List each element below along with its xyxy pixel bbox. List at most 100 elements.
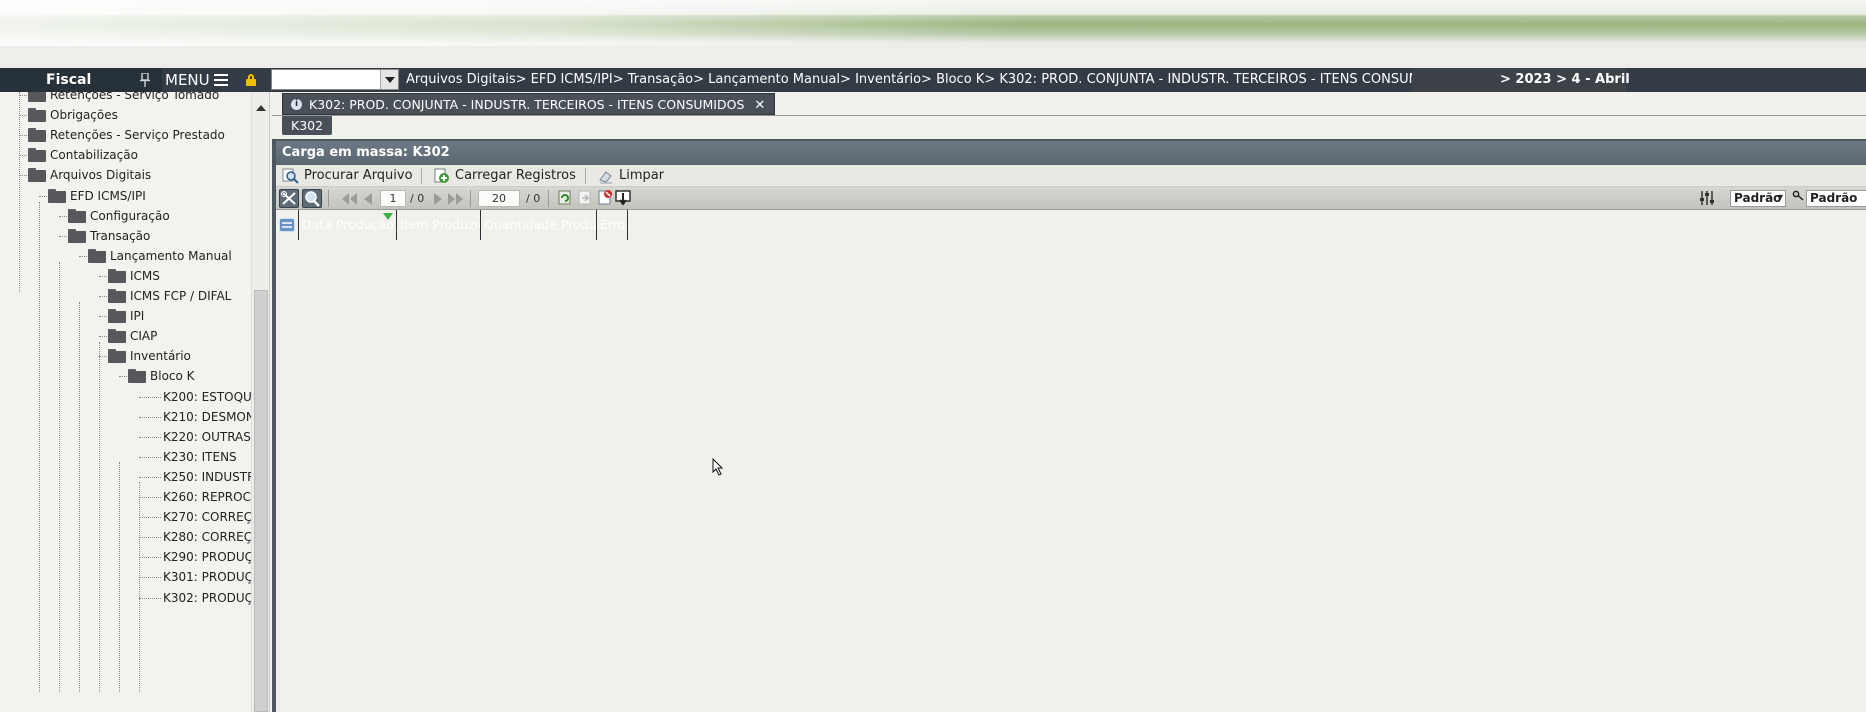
sidebar-item[interactable]: K301: PRODUÇÃO <box>0 567 269 587</box>
folder-open-icon <box>108 349 126 363</box>
pin-icon[interactable] <box>139 73 151 87</box>
column-erro[interactable]: Erro <box>597 210 628 240</box>
sidebar-item[interactable]: K210: DESMONTAGEM <box>0 407 269 427</box>
magnifier-file-icon <box>282 168 299 184</box>
main-area: i K302: PROD. CONJUNTA - INDUSTR. TERCEI… <box>272 92 1866 712</box>
folder-icon <box>108 269 126 283</box>
folder-icon <box>108 329 126 343</box>
lock-icon[interactable] <box>246 74 256 86</box>
sidebar-item[interactable]: K200: ESTOQUE <box>0 387 259 407</box>
sidebar-item-label: K230: ITENS <box>163 450 237 464</box>
action-toolbar: Procurar Arquivo Carregar Registros Limp <box>276 165 1866 187</box>
filter-layout-select[interactable]: Padrão <box>1806 190 1866 207</box>
sidebar-item[interactable]: Arquivos Digitais <box>0 165 250 185</box>
column-quantidade-produzida[interactable]: Quantidade Produzida <box>481 210 597 240</box>
sidebar-item-label: Bloco K <box>150 369 195 383</box>
chevron-down-icon: ▾ <box>1777 192 1783 203</box>
first-page-icon[interactable] <box>342 193 349 205</box>
delete-record-icon[interactable] <box>596 189 616 208</box>
last-page-icon-b[interactable] <box>456 193 463 205</box>
sidebar-item[interactable]: Bloco K <box>0 366 250 386</box>
sub-tab-k302[interactable]: K302 <box>282 116 333 135</box>
document-tab-label: K302: PROD. CONJUNTA - INDUSTR. TERCEIRO… <box>309 97 745 112</box>
column-item-produzido[interactable]: Item Produzido <box>397 210 481 240</box>
sidebar-item[interactable]: K230: ITENS <box>0 447 250 467</box>
tools-icon[interactable] <box>279 189 299 208</box>
clear-button[interactable]: Limpar <box>593 166 664 186</box>
folder-icon <box>108 309 126 323</box>
menu-button[interactable]: MENU <box>165 68 228 92</box>
key-icon[interactable] <box>1792 189 1804 208</box>
sidebar-item[interactable]: IPI <box>0 306 250 326</box>
sidebar-item[interactable]: ICMS <box>0 266 250 286</box>
sidebar-item[interactable]: K290: PRODUÇÃO <box>0 547 269 567</box>
folder-icon <box>68 209 86 223</box>
sidebar-item[interactable]: Configuração <box>0 206 250 226</box>
sidebar-item[interactable]: K250: INDUSTRIALIZAÇÃO <box>0 467 269 487</box>
sidebar-item[interactable]: K270: CORREÇÃO <box>0 507 269 527</box>
close-tab-icon[interactable]: ✕ <box>754 98 765 113</box>
grid-layout-select[interactable]: Padrão ▾ <box>1730 190 1786 207</box>
sidebar-item-label: Configuração <box>90 209 170 223</box>
scroll-up-arrow-icon[interactable] <box>256 100 266 111</box>
first-page-icon-b[interactable] <box>350 193 357 205</box>
sidebar-item[interactable]: Inventário <box>0 346 250 366</box>
column-data-producao[interactable]: Data Produção <box>299 210 397 240</box>
previous-page-icon[interactable] <box>364 193 372 205</box>
eraser-icon <box>599 171 612 184</box>
next-page-icon[interactable] <box>434 193 442 205</box>
settings-sliders-icon[interactable] <box>1698 189 1718 208</box>
sort-icon[interactable] <box>383 213 393 221</box>
refresh-icon[interactable] <box>556 189 576 208</box>
sidebar-item[interactable]: Transação <box>0 226 250 246</box>
sidebar-item-label: EFD ICMS/IPI <box>70 189 146 203</box>
page-number-input[interactable]: 1 <box>380 190 406 207</box>
sidebar-item[interactable]: ICMS FCP / DIFAL <box>0 286 250 306</box>
document-tab[interactable]: i K302: PROD. CONJUNTA - INDUSTR. TERCEI… <box>282 93 776 115</box>
chevron-down-icon[interactable] <box>380 70 398 89</box>
sidebar-item[interactable]: K260: REPROCESSAMENTO <box>0 487 269 507</box>
folder-open-icon <box>128 369 146 383</box>
folder-open-icon <box>28 168 46 182</box>
sidebar-item-label: K220: OUTRAS <box>163 430 251 444</box>
folder-icon <box>108 289 126 303</box>
browse-file-label: Procurar Arquivo <box>304 168 413 183</box>
monitor-download-icon[interactable] <box>614 189 634 208</box>
load-records-button[interactable]: Carregar Registros <box>429 166 576 186</box>
sidebar-item[interactable]: Lançamento Manual <box>0 246 250 266</box>
export-disabled-icon[interactable] <box>576 189 596 208</box>
add-document-icon <box>434 168 449 183</box>
last-page-icon[interactable] <box>448 193 455 205</box>
sidebar-item-label: Retenções - Serviço Prestado <box>50 128 225 142</box>
page-size-input[interactable]: 20 <box>478 190 520 207</box>
sidebar-item-label: Arquivos Digitais <box>50 168 152 182</box>
sidebar-item[interactable]: K302: PRODUÇÃO <box>0 588 269 608</box>
search-icon[interactable] <box>302 189 322 208</box>
period-label: > 2023 > 4 - Abril <box>1412 68 1630 92</box>
mouse-cursor-icon <box>712 458 724 476</box>
page-total: / 0 <box>410 192 425 205</box>
sidebar-item-label: Inventário <box>130 349 191 363</box>
sidebar-item[interactable]: EFD ICMS/IPI <box>0 186 250 206</box>
sidebar-item-label: ICMS <box>130 269 160 283</box>
column-chooser-icon[interactable] <box>276 210 299 240</box>
sidebar-scrollbar[interactable] <box>251 92 269 712</box>
sidebar-item[interactable]: Contabilização <box>0 145 250 165</box>
sidebar-item[interactable]: Retenções - Serviço Prestado <box>0 125 250 145</box>
folder-icon <box>28 108 46 122</box>
sidebar-item[interactable]: K220: OUTRAS <box>0 427 251 447</box>
scrollbar-thumb[interactable] <box>254 290 268 712</box>
clear-label: Limpar <box>619 168 665 183</box>
sidebar-item[interactable]: CIAP <box>0 326 250 346</box>
folder-open-icon <box>48 189 66 203</box>
load-records-label: Carregar Registros <box>455 168 576 183</box>
sidebar-item[interactable]: Retenções - Serviço Tomado <box>0 92 250 105</box>
sidebar-item[interactable]: K280: CORREÇÃO <box>0 527 269 547</box>
breadcrumb: Arquivos Digitais> EFD ICMS/IPI> Transaç… <box>406 72 1464 87</box>
company-select[interactable] <box>271 69 399 90</box>
mass-load-panel: Carga em massa: K302 Procurar Arquivo Ca… <box>272 139 1866 712</box>
sidebar-item[interactable]: Obrigações <box>0 105 250 125</box>
top-decorative-band <box>0 0 1866 68</box>
sidebar-item-label: Lançamento Manual <box>110 249 232 263</box>
browse-file-button[interactable]: Procurar Arquivo <box>278 166 413 186</box>
